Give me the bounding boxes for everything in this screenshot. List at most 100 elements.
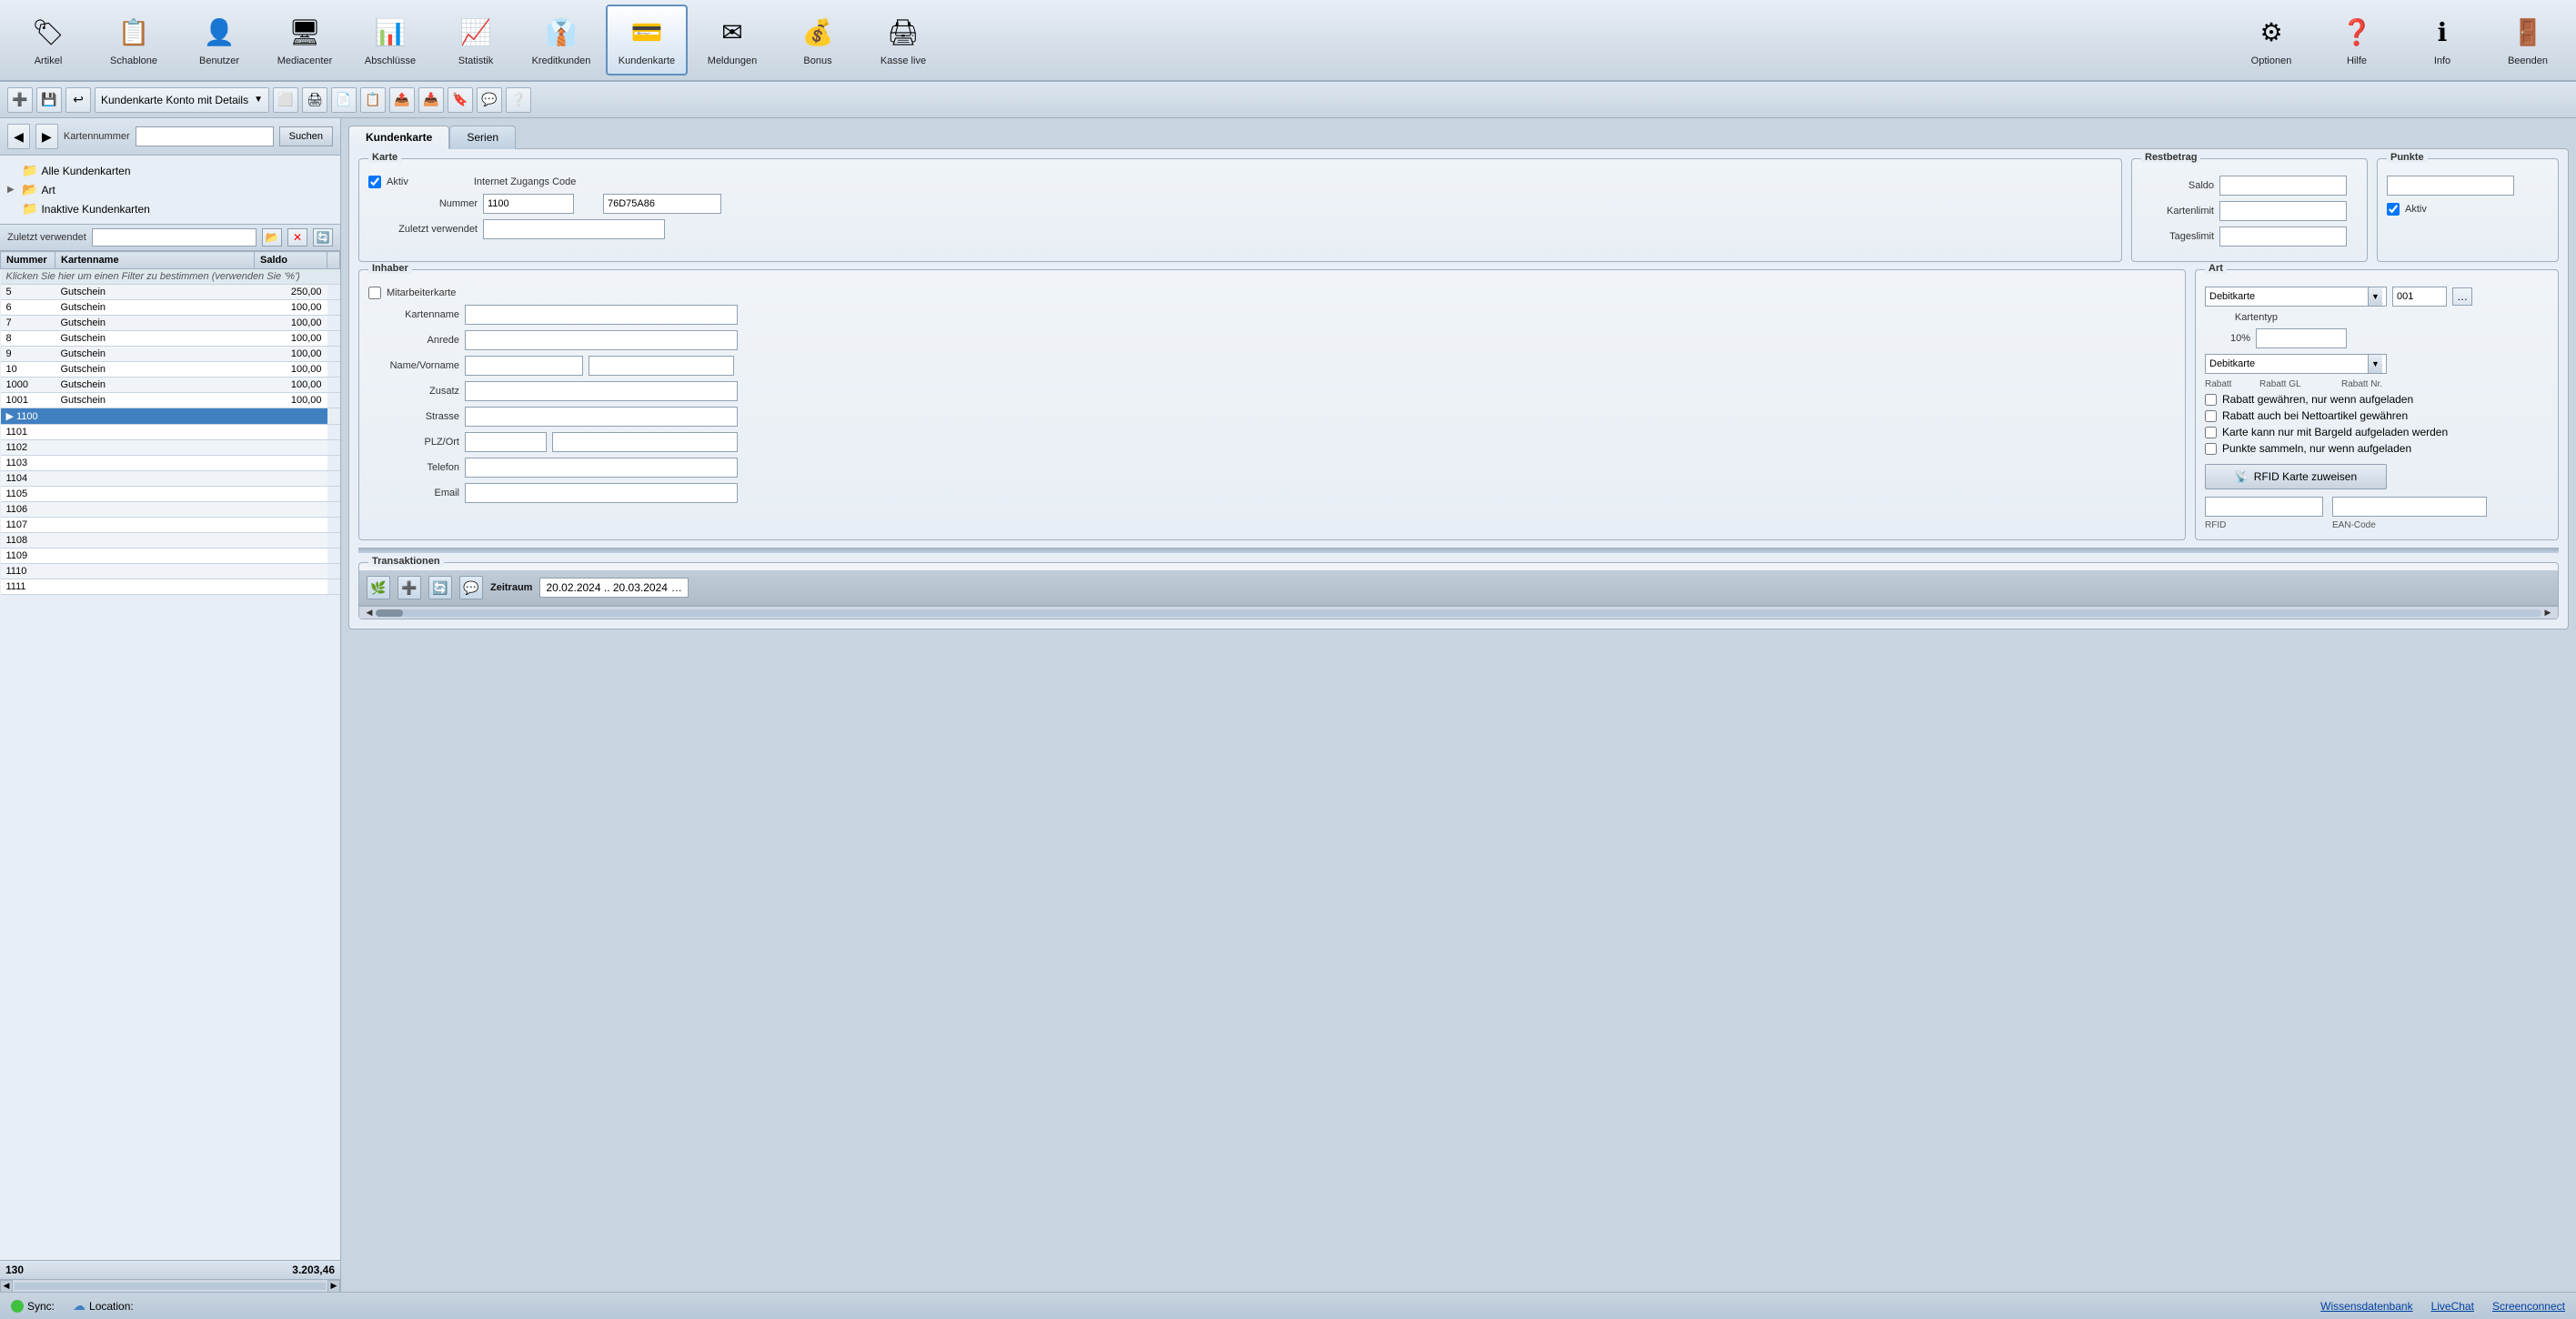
add-button[interactable]: ➕ <box>7 87 33 113</box>
kartentyp-dropdown[interactable]: Debitkarte ▼ <box>2205 354 2387 374</box>
tageslimit-input[interactable] <box>2219 227 2347 247</box>
trans-refresh-btn[interactable]: 🔄 <box>428 576 452 599</box>
table-row[interactable]: 1102 <box>1 440 340 456</box>
table-row[interactable]: 5Gutschein250,00 <box>1 285 340 300</box>
trans-add-btn[interactable]: ➕ <box>397 576 421 599</box>
recently-clear-btn[interactable]: ✕ <box>287 228 307 247</box>
toolbar-bonus[interactable]: 💰 Bonus <box>777 5 859 76</box>
nummer-input[interactable] <box>483 194 574 214</box>
toolbar-kundenkarte[interactable]: 💳 Kundenkarte <box>606 5 688 76</box>
table-row[interactable]: ▶ 1100 <box>1 408 340 425</box>
zeitraum-browse-btn[interactable]: … <box>671 581 682 594</box>
punkte-input[interactable] <box>2387 176 2514 196</box>
search-input[interactable] <box>136 126 274 146</box>
trans-scroll-left[interactable]: ◀ <box>363 607 376 619</box>
table-row[interactable]: 1001Gutschein100,00 <box>1 393 340 408</box>
trans-scroll-track[interactable] <box>376 609 2541 617</box>
kartenlimit-input[interactable] <box>2219 201 2347 221</box>
email-input[interactable] <box>465 483 738 503</box>
table-row[interactable]: 8Gutschein100,00 <box>1 331 340 347</box>
zuletzt-verwendet-input[interactable] <box>483 219 665 239</box>
hscroll-left-arrow[interactable]: ◀ <box>0 1280 13 1293</box>
wissensdatenbank-link[interactable]: Wissensdatenbank <box>2320 1300 2412 1313</box>
mitarbeiterkarte-checkbox[interactable] <box>368 287 381 299</box>
back-button[interactable]: ↩ <box>65 87 91 113</box>
toolbar-mediacenter[interactable]: 🖥 Mediacenter <box>264 5 346 76</box>
rabatt-gl-input[interactable] <box>2256 328 2347 348</box>
name-input[interactable] <box>465 356 583 376</box>
cb-rabatt-aufgeladen-input[interactable] <box>2205 394 2217 406</box>
next-button[interactable]: ▶ <box>35 124 58 149</box>
toolbar-artikel[interactable]: 🏷 Artikel <box>7 5 89 76</box>
saldo-input[interactable] <box>2219 176 2347 196</box>
tree-item-all[interactable]: 📁 Alle Kundenkarten <box>7 161 333 180</box>
rfid-karte-zuweisen-button[interactable]: 📡 RFID Karte zuweisen <box>2205 464 2387 489</box>
screenconnect-link[interactable]: Screenconnect <box>2492 1300 2565 1313</box>
toolbar-beenden[interactable]: 🚪 Beenden <box>2487 5 2569 76</box>
tree-item-inactive[interactable]: 📁 Inaktive Kundenkarten <box>7 199 333 218</box>
chat-button[interactable]: 💬 <box>477 87 502 113</box>
table-row[interactable]: 1111 <box>1 579 340 595</box>
livechat-link[interactable]: LiveChat <box>2431 1300 2474 1313</box>
hscroll-track[interactable] <box>15 1283 326 1290</box>
recently-input[interactable] <box>92 228 257 247</box>
sec-btn-2[interactable]: 📋 <box>360 87 386 113</box>
cb-bargeld-input[interactable] <box>2205 427 2217 438</box>
table-row[interactable]: 6Gutschein100,00 <box>1 300 340 316</box>
sec-btn-4[interactable]: 📥 <box>418 87 444 113</box>
debitkarte-dropdown[interactable]: Debitkarte ▼ <box>2205 287 2387 307</box>
ean-code-input[interactable] <box>2332 497 2487 517</box>
resize-divider[interactable] <box>358 548 2559 553</box>
table-row[interactable]: 1103 <box>1 456 340 471</box>
print-button[interactable]: 🖨 <box>302 87 327 113</box>
trans-chat-btn[interactable]: 💬 <box>459 576 483 599</box>
toolbar-benutzer[interactable]: 👤 Benutzer <box>178 5 260 76</box>
prev-button[interactable]: ◀ <box>7 124 30 149</box>
karte-aktiv-checkbox[interactable] <box>368 176 381 188</box>
strasse-input[interactable] <box>465 407 738 427</box>
toolbar-schablone[interactable]: 📋 Schablone <box>93 5 175 76</box>
help-button[interactable]: ❔ <box>506 87 531 113</box>
table-row[interactable]: 1105 <box>1 487 340 502</box>
table-row[interactable]: 7Gutschein100,00 <box>1 316 340 331</box>
sec-btn-3[interactable]: 📤 <box>389 87 415 113</box>
toolbar-abschluesse[interactable]: 📊 Abschlüsse <box>349 5 431 76</box>
debitkarte-browse-btn[interactable]: … <box>2452 287 2472 306</box>
debitkarte-code-input[interactable] <box>2392 287 2447 307</box>
trans-filter-btn[interactable]: 🌿 <box>367 576 390 599</box>
view-dropdown[interactable]: Kundenkarte Konto mit Details ▼ <box>95 87 269 113</box>
ort-input[interactable] <box>552 432 738 452</box>
toolbar-hilfe[interactable]: ❓ Hilfe <box>2316 5 2398 76</box>
table-row[interactable]: 1104 <box>1 471 340 487</box>
toolbar-kasse-live[interactable]: 🖨 Kasse live <box>862 5 944 76</box>
sec-btn-1[interactable]: ⬜ <box>273 87 298 113</box>
toolbar-info[interactable]: ℹ Info <box>2401 5 2483 76</box>
tab-kundenkarte[interactable]: Kundenkarte <box>348 126 449 149</box>
anrede-input[interactable] <box>465 330 738 350</box>
table-row[interactable]: 1109 <box>1 549 340 564</box>
table-row[interactable]: 1110 <box>1 564 340 579</box>
zusatz-input[interactable] <box>465 381 738 401</box>
recently-browse-btn[interactable]: 📂 <box>262 228 282 247</box>
table-row[interactable]: 1000Gutschein100,00 <box>1 378 340 393</box>
toolbar-kreditkunden[interactable]: 👔 Kreditkunden <box>520 5 602 76</box>
telefon-input[interactable] <box>465 458 738 478</box>
table-row[interactable]: 10Gutschein100,00 <box>1 362 340 378</box>
plz-input[interactable] <box>465 432 547 452</box>
search-button[interactable]: Suchen <box>279 126 333 146</box>
tree-item-art[interactable]: ▶ 📂 Art <box>7 180 333 199</box>
table-row[interactable]: 1106 <box>1 502 340 518</box>
table-row[interactable]: 9Gutschein100,00 <box>1 347 340 362</box>
save-button[interactable]: 💾 <box>36 87 62 113</box>
tab-serien[interactable]: Serien <box>449 126 516 149</box>
recently-refresh-btn[interactable]: 🔄 <box>313 228 333 247</box>
hscroll-right-arrow[interactable]: ▶ <box>327 1280 340 1293</box>
rfid-input[interactable] <box>2205 497 2323 517</box>
sec-btn-5[interactable]: 🔖 <box>448 87 473 113</box>
kartenname-input[interactable] <box>465 305 738 325</box>
table-row[interactable]: 1107 <box>1 518 340 533</box>
table-row[interactable]: 1108 <box>1 533 340 549</box>
toolbar-optionen[interactable]: ⚙ Optionen <box>2230 5 2312 76</box>
toolbar-statistik[interactable]: 📈 Statistik <box>435 5 517 76</box>
vorname-input[interactable] <box>589 356 734 376</box>
